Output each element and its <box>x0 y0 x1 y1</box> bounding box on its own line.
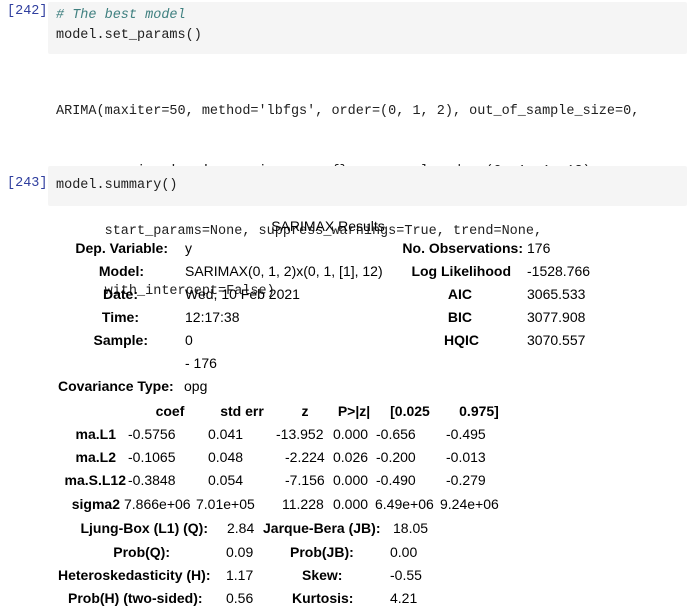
coef-header: [0.025 <box>390 403 430 419</box>
info-label: BIC <box>447 309 472 325</box>
coef-cell: -0.5756 <box>128 426 176 442</box>
info-value: SARIMAX(0, 1, 2)x(0, 1, [1], 12) <box>185 263 383 279</box>
coef-header: coef <box>155 403 185 419</box>
coef-cell: 0.000 <box>333 426 369 442</box>
coef-cell: 7.01e+05 <box>196 496 255 512</box>
coef-cell: -0.200 <box>376 449 416 465</box>
diag-value: 0.09 <box>226 544 254 560</box>
coef-cell: 0.041 <box>208 426 244 442</box>
output-line: ARIMA(maxiter=50, method='lbfgs', order=… <box>56 104 640 119</box>
coef-cell: 0.054 <box>208 472 244 488</box>
coef-cell: 0.000 <box>333 472 369 488</box>
coef-cell: 0.026 <box>333 449 369 465</box>
coef-cell: -13.952 <box>276 426 324 442</box>
diag-value: 1.17 <box>226 567 254 583</box>
info-label: Date: <box>102 286 138 302</box>
coef-cell: 7.866e+06 <box>124 496 191 512</box>
coef-header: P>|z| <box>337 403 371 419</box>
cell-242-input[interactable]: # The best model model.set_params() <box>48 2 687 54</box>
info-value: 3077.908 <box>527 309 586 325</box>
coef-cell: -0.3848 <box>128 472 176 488</box>
diag-label: Jarque-Bera (JB): <box>263 520 381 536</box>
diag-label: Prob(JB): <box>290 544 354 560</box>
cell-243-prompt: [243] <box>7 176 48 191</box>
coef-header: 0.975] <box>459 403 499 419</box>
info-label: Dep. Variable: <box>75 240 168 256</box>
info-value: 3065.533 <box>527 286 586 302</box>
diag-value: 0.00 <box>390 544 418 560</box>
info-label: Model: <box>98 263 144 279</box>
coef-cell: -0.490 <box>376 472 416 488</box>
diag-label: Ljung-Box (L1) (Q): <box>80 520 208 536</box>
diag-label: Kurtosis: <box>292 590 354 606</box>
info-label: HQIC <box>444 332 479 348</box>
sample-end: - 176 <box>185 355 217 371</box>
coef-cell: -0.495 <box>446 426 486 442</box>
covariance-value: opg <box>184 378 208 394</box>
info-value: -1528.766 <box>527 263 591 279</box>
info-value: 176 <box>527 240 551 256</box>
summary-title: SARIMAX Results <box>271 218 385 234</box>
diag-label: Skew: <box>302 567 343 583</box>
coef-cell: 9.24e+06 <box>440 496 499 512</box>
diag-label: Heteroskedasticity (H): <box>58 567 211 583</box>
coef-row-name: ma.L2 <box>75 449 116 465</box>
coef-cell: -0.1065 <box>128 449 176 465</box>
coef-cell: 6.49e+06 <box>375 496 434 512</box>
coef-cell: 0.048 <box>208 449 244 465</box>
coef-cell: -7.156 <box>285 472 325 488</box>
diag-label: Prob(H) (two-sided): <box>68 590 203 606</box>
coef-cell: -0.656 <box>376 426 416 442</box>
covariance-label: Covariance Type: <box>58 378 174 394</box>
info-label: Time: <box>101 309 139 325</box>
diag-value: 18.05 <box>393 520 429 536</box>
info-value: 12:17:38 <box>185 309 240 325</box>
coef-cell: -0.279 <box>446 472 486 488</box>
coef-header: z <box>301 403 309 419</box>
info-label: Sample: <box>93 332 148 348</box>
coef-row-name: ma.S.L12 <box>64 472 126 488</box>
coef-row-name: sigma2 <box>71 496 120 512</box>
diag-value: 0.56 <box>226 590 254 606</box>
coef-cell: 11.228 <box>282 496 324 512</box>
diag-label: Prob(Q): <box>113 544 170 560</box>
sarimax-summary: SARIMAX Results Dep. Variable: y Model: … <box>0 214 687 613</box>
info-value: y <box>185 240 192 256</box>
coef-header: std err <box>220 403 264 419</box>
code-line: model.set_params() <box>56 28 202 43</box>
cell-242-prompt: [242] <box>7 4 48 19</box>
diag-value: -0.55 <box>390 567 422 583</box>
coef-cell: 0.000 <box>333 496 369 512</box>
code-line: model.summary() <box>56 178 178 193</box>
info-label: AIC <box>447 286 472 302</box>
info-value: 3070.557 <box>527 332 586 348</box>
coef-row-name: ma.L1 <box>75 426 116 442</box>
info-label: Log Likelihood <box>411 263 511 279</box>
code-comment: # The best model <box>56 8 186 23</box>
cell-243-input[interactable]: model.summary() <box>48 166 687 206</box>
info-label: No. Observations: <box>402 240 523 256</box>
info-value: Wed, 10 Feb 2021 <box>185 286 300 302</box>
diag-value: 2.84 <box>227 520 255 536</box>
coef-cell: -2.224 <box>285 449 325 465</box>
info-value: 0 <box>185 332 193 348</box>
diag-value: 4.21 <box>390 590 418 606</box>
coef-cell: -0.013 <box>446 449 486 465</box>
